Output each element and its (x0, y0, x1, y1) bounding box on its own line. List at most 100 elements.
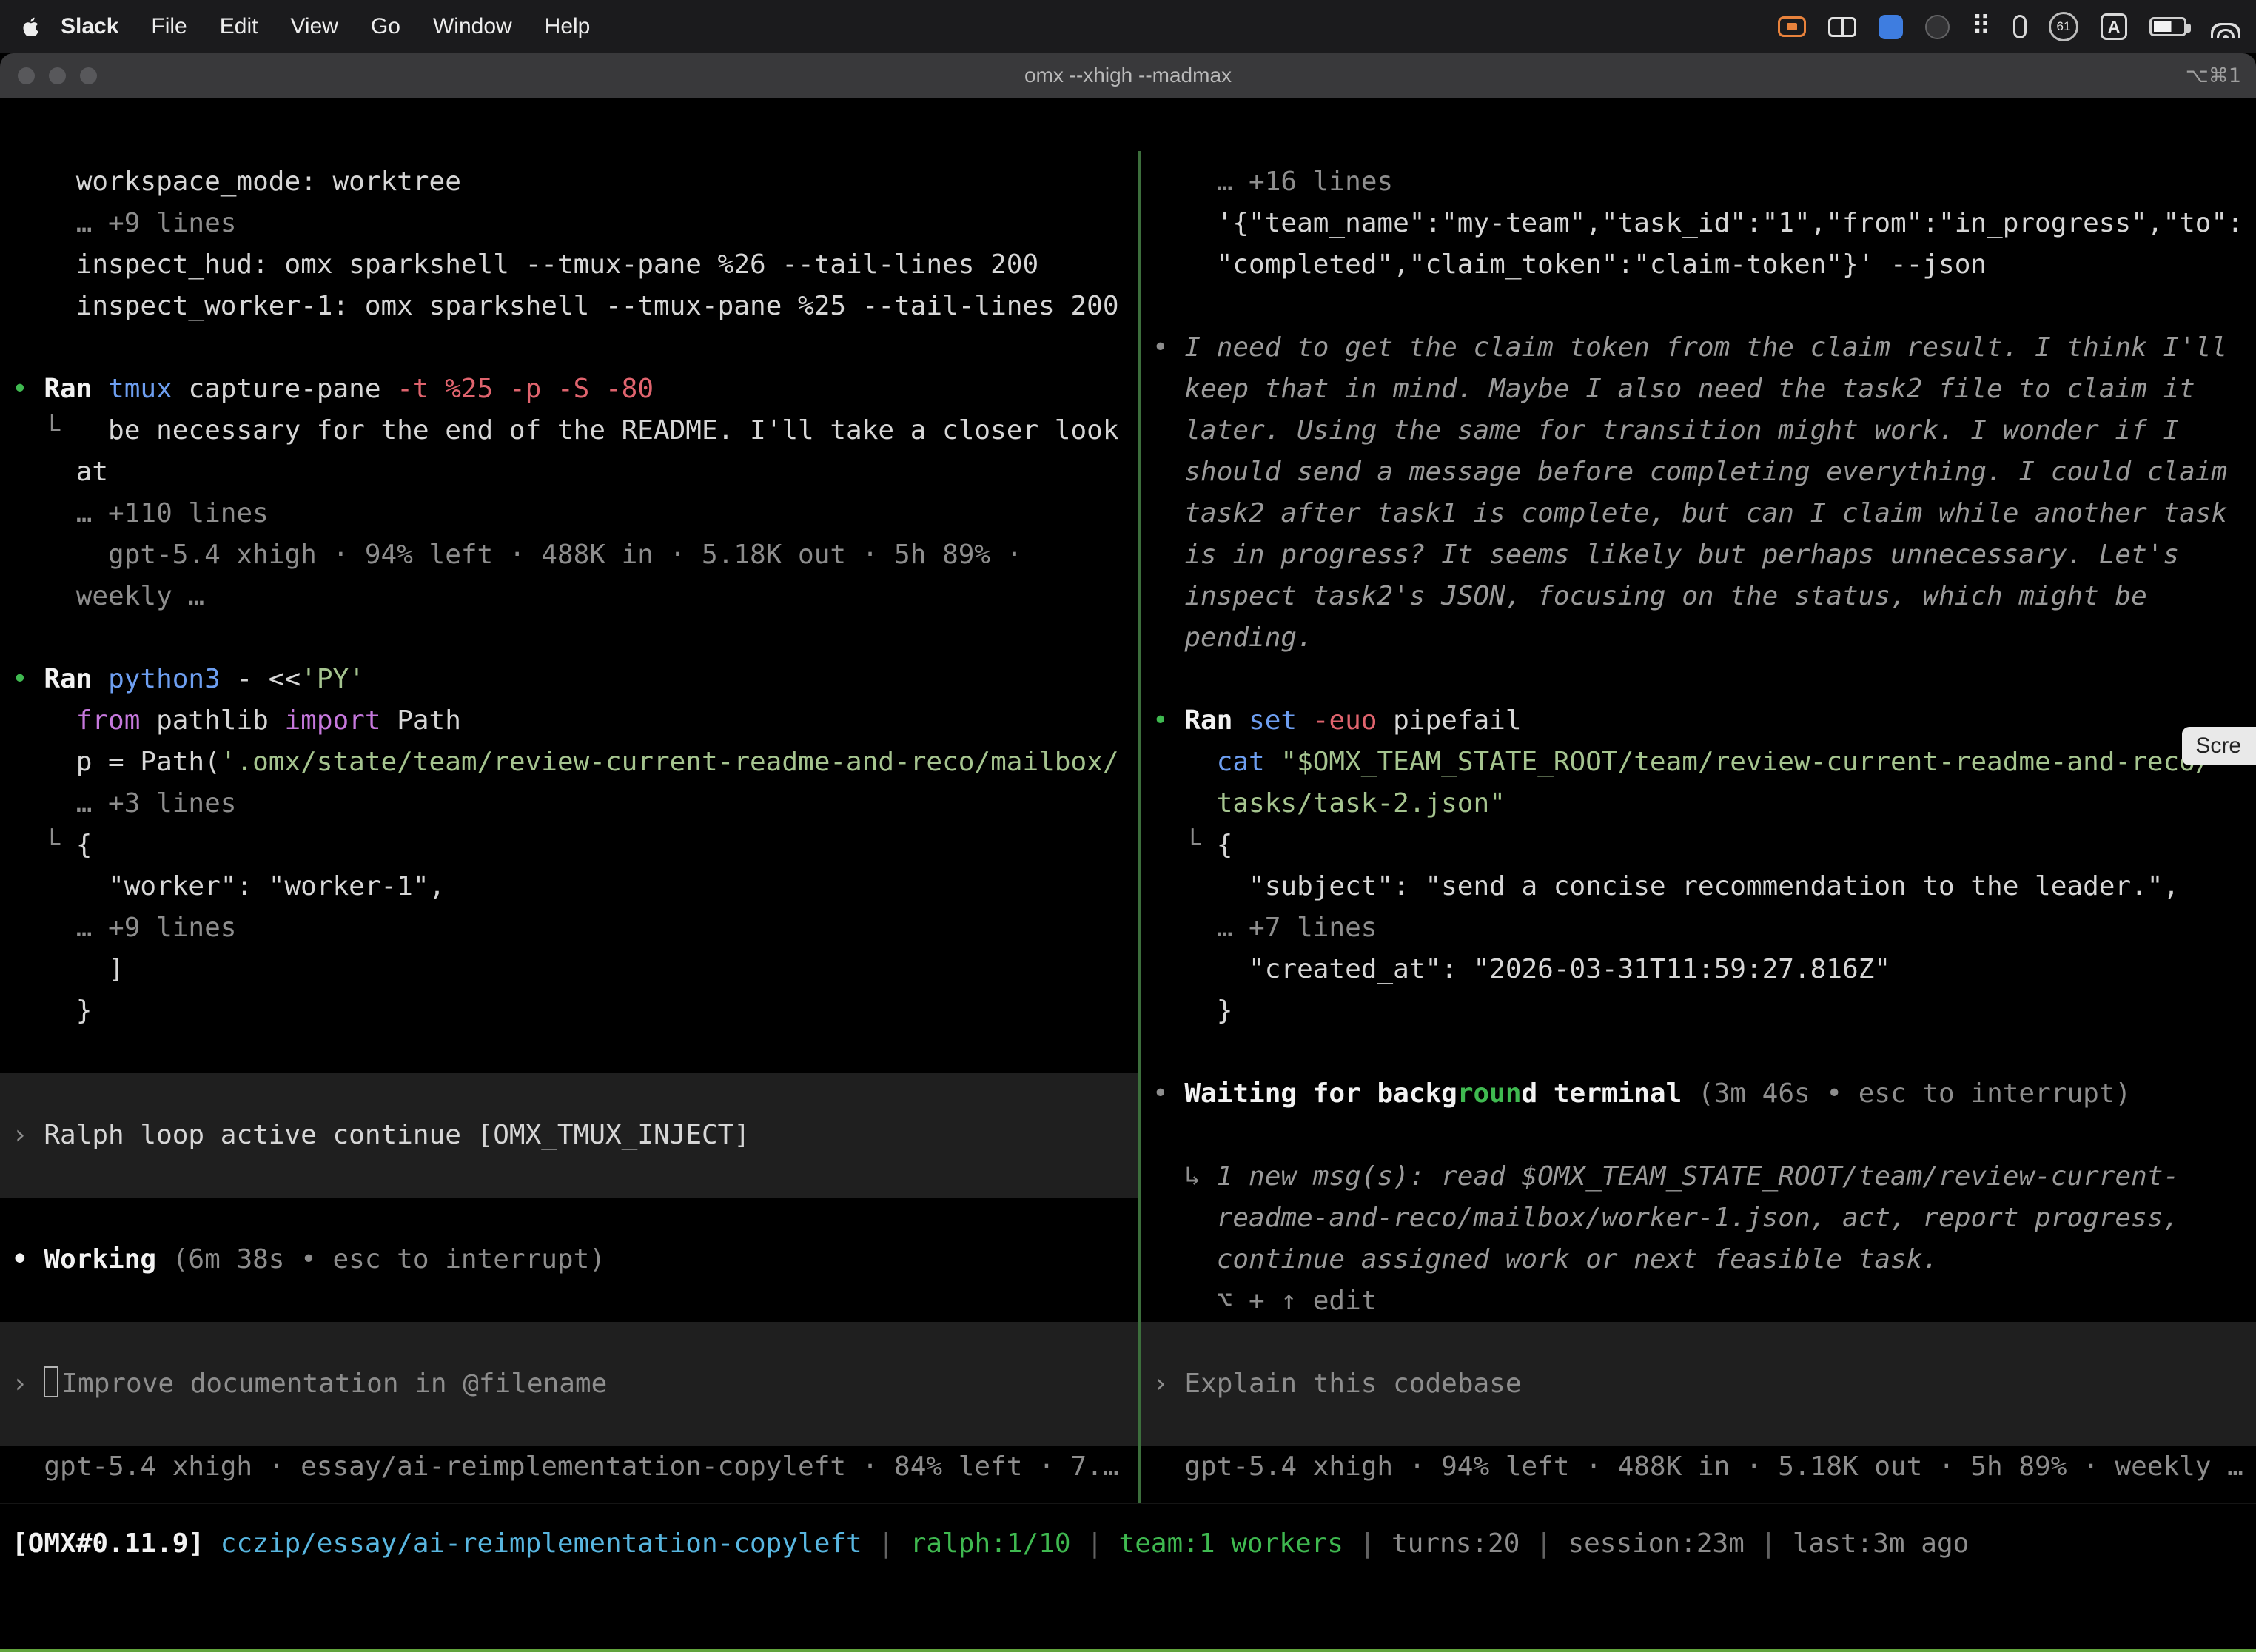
ran-python-command: • Ran python3 - <<'PY' (12, 659, 1138, 700)
terminal-line (1152, 659, 2256, 700)
menu-item-view[interactable]: View (274, 14, 354, 38)
terminal-line: … +3 lines (12, 783, 1138, 825)
terminal-line: "created_at": "2026-03-31T11:59:27.816Z" (1152, 949, 2256, 990)
terminal-line (12, 1032, 1138, 1073)
omx-status-line: [OMX#0.11.9] cczip/essay/ai-reimplementa… (0, 1503, 2256, 1565)
ralph-loop-notice: › Ralph loop active continue [OMX_TMUX_I… (0, 1115, 1138, 1156)
zoom-button[interactable] (80, 67, 97, 84)
terminal-line (12, 617, 1138, 659)
terminal-line: ↳ 1 new msg(s): read $OMX_TEAM_STATE_ROO… (1152, 1156, 2256, 1198)
terminal-line (12, 327, 1138, 369)
terminal-line: tasks/task-2.json" (1152, 783, 2256, 825)
working-status: • Working (6m 38s • esc to interrupt) (12, 1239, 1138, 1280)
menu-item-go[interactable]: Go (355, 14, 417, 38)
terminal-line: workspace_mode: worktree (12, 161, 1138, 203)
terminal-line: cat "$OMX_TEAM_STATE_ROOT/team/review-cu… (1152, 742, 2256, 783)
terminal-line: should send a message before completing … (1152, 451, 2256, 493)
terminal-line: p = Path('.omx/state/team/review-current… (12, 742, 1138, 783)
terminal-line: gpt-5.4 xhigh · 94% left · 488K in · 5.1… (12, 534, 1138, 576)
left-agent-pane[interactable]: workspace_mode: worktree … +9 lines insp… (0, 151, 1138, 1503)
terminal-line: … +9 lines (12, 203, 1138, 244)
terminal-line (0, 1073, 1138, 1115)
terminal-line: … +7 lines (1152, 907, 2256, 949)
window-title: omx --xhigh --madmax (0, 64, 2256, 87)
app-launcher-dots-icon[interactable]: ⠿ (1972, 14, 1991, 39)
menu-bar-left: Slack FileEditViewGoWindowHelp (13, 14, 606, 39)
app-menu-slack[interactable]: Slack (50, 14, 135, 39)
terminal-line (1141, 1405, 2256, 1446)
right-agent-pane[interactable]: … +16 lines '{"team_name":"my-team","tas… (1141, 151, 2256, 1503)
terminal-line (1152, 1115, 2256, 1156)
terminal-line: is in progress? It seems likely but perh… (1152, 534, 2256, 576)
terminal-line (12, 1280, 1138, 1322)
terminal-line: … +9 lines (12, 907, 1138, 949)
dark-app-icon[interactable] (1925, 15, 1950, 39)
menu-item-window[interactable]: Window (417, 14, 528, 38)
terminal-line: "subject": "send a concise recommendatio… (1152, 866, 2256, 907)
composer-input-right[interactable]: › Explain this codebase (1141, 1363, 2256, 1405)
terminal-line: continue assigned work or next feasible … (1152, 1239, 2256, 1280)
terminal-line: inspect_worker-1: omx sparkshell --tmux-… (12, 286, 1138, 327)
battery-gauge-icon[interactable]: 61 (2049, 12, 2078, 41)
terminal-line: keep that in mind. Maybe I also need the… (1152, 369, 2256, 410)
terminal-line: inspect_hud: omx sparkshell --tmux-pane … (12, 244, 1138, 286)
terminal-line: } (1152, 990, 2256, 1032)
terminal-line: later. Using the same for transition mig… (1152, 410, 2256, 451)
screen-share-overlay: Scre (2182, 727, 2256, 765)
terminal-line: from pathlib import Path (12, 700, 1138, 742)
minimize-button[interactable] (49, 67, 66, 84)
menu-bar: Slack FileEditViewGoWindowHelp ⠿ 61 A (0, 0, 2256, 53)
terminal-line (1152, 1032, 2256, 1073)
window-controls (0, 67, 97, 84)
terminal-line: } (12, 990, 1138, 1032)
terminal-line: '{"team_name":"my-team","task_id":"1","f… (1152, 203, 2256, 244)
reasoning-text: • I need to get the claim token from the… (1152, 327, 2256, 369)
terminal-line: ] (12, 949, 1138, 990)
input-source-icon[interactable]: A (2101, 13, 2127, 40)
window-titlebar[interactable]: omx --xhigh --madmax ⌥⌘1 (0, 53, 2256, 98)
terminal-line (12, 1198, 1138, 1239)
terminal-line: ⌥ + ↑ edit (1152, 1280, 2256, 1322)
terminal-line: … +16 lines (1152, 161, 2256, 203)
wifi-icon[interactable] (2209, 16, 2243, 38)
terminal-line: "completed","claim_token":"claim-token"}… (1152, 244, 2256, 286)
ran-tmux-capture-command: • Ran tmux capture-pane -t %25 -p -S -80 (12, 369, 1138, 410)
ran-set-command: • Ran set -euo pipefail (1152, 700, 2256, 742)
apple-menu-icon[interactable] (13, 16, 50, 38)
terminal-line: weekly … (12, 576, 1138, 617)
terminal-line: pending. (1152, 617, 2256, 659)
window-shortcut-hint: ⌥⌘1 (2186, 64, 2256, 87)
menu-items: FileEditViewGoWindowHelp (135, 14, 606, 39)
terminal-line: └ be necessary for the end of the README… (12, 410, 1138, 451)
terminal-line: └ { (12, 825, 1138, 866)
terminal-line: inspect task2's JSON, focusing on the st… (1152, 576, 2256, 617)
tmux-panes: workspace_mode: worktree … +9 lines insp… (0, 151, 2256, 1503)
close-button[interactable] (18, 67, 35, 84)
menu-status-icons: ⠿ 61 A (1756, 12, 2243, 41)
terminal-line: readme-and-reco/mailbox/worker-1.json, a… (1152, 1198, 2256, 1239)
menu-item-help[interactable]: Help (528, 14, 607, 38)
menu-item-edit[interactable]: Edit (204, 14, 275, 38)
menu-item-file[interactable]: File (135, 14, 203, 38)
terminal-line (0, 1405, 1138, 1446)
terminal-line: "worker": "worker-1", (12, 866, 1138, 907)
battery-icon[interactable] (2149, 17, 2186, 36)
terminal-line (1152, 286, 2256, 327)
terminal-line (1141, 1322, 2256, 1363)
tmux-session-window: [omx-cczip0:bash* (10, 1649, 268, 1652)
menu-extra-pill-icon[interactable] (2013, 15, 2027, 38)
tmux-host-time: "MacBook-Pro-44.local" 05:03 31-Mar-26 (1670, 1649, 2246, 1652)
composer-input-left[interactable]: › Improve documentation in @filename (0, 1363, 1138, 1405)
terminal-line (0, 1156, 1138, 1198)
terminal-window: omx --xhigh --madmax ⌥⌘1 workspace_mode:… (0, 53, 2256, 1652)
blue-app-icon[interactable] (1879, 15, 1903, 39)
waiting-status: • Waiting for background terminal (3m 46… (1152, 1073, 2256, 1115)
screen-recording-indicator-icon[interactable] (1778, 16, 1806, 37)
window-manager-icon[interactable] (1828, 17, 1856, 37)
terminal-line: at (12, 451, 1138, 493)
terminal-line (0, 1322, 1138, 1363)
model-status-left: gpt-5.4 xhigh · essay/ai-reimplementatio… (12, 1446, 1138, 1488)
terminal-line: task2 after task1 is complete, but can I… (1152, 493, 2256, 534)
model-status-right: gpt-5.4 xhigh · 94% left · 488K in · 5.1… (1152, 1446, 2256, 1488)
terminal-line: … +110 lines (12, 493, 1138, 534)
